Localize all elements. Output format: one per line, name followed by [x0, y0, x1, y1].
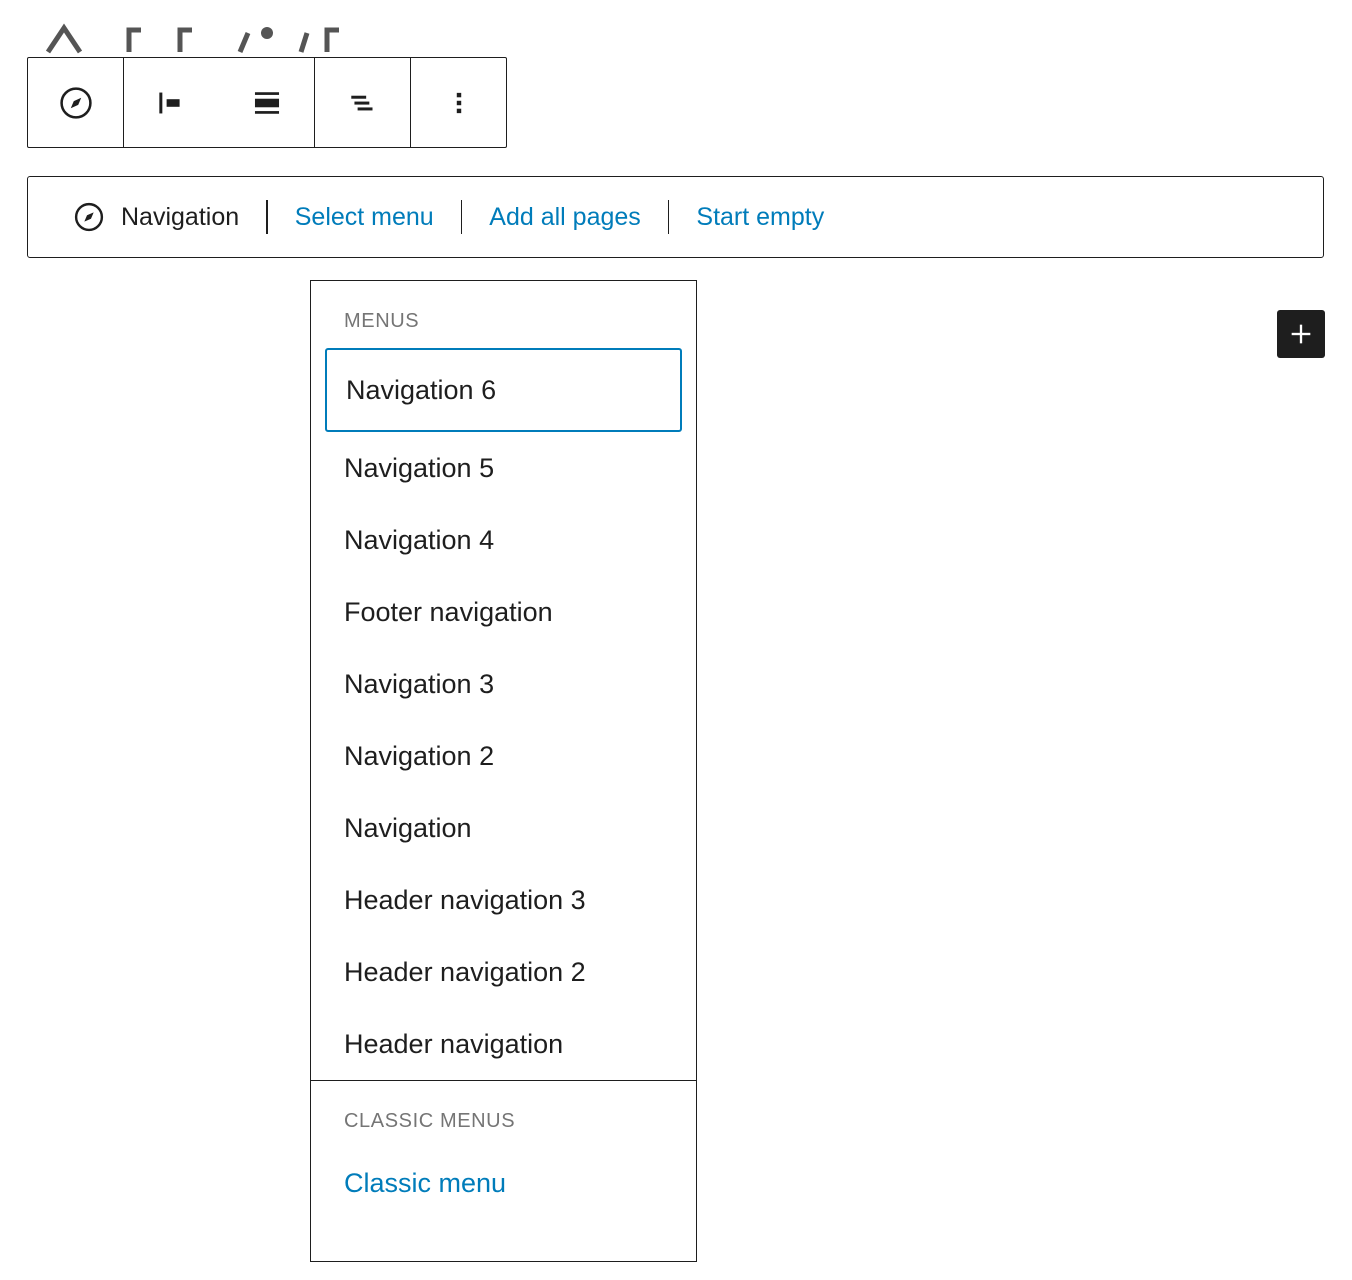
compass-icon	[57, 84, 95, 122]
add-all-pages-button[interactable]: Add all pages	[489, 205, 641, 230]
navigation-block-icon-button[interactable]	[28, 58, 123, 147]
classic-menu-option[interactable]: Classic menu	[311, 1147, 506, 1219]
more-options-button[interactable]	[411, 58, 506, 147]
start-empty-button[interactable]: Start empty	[696, 205, 824, 230]
align-full-icon	[248, 84, 286, 122]
classic-menus-list: Classic menu	[311, 1147, 696, 1219]
align-full-button[interactable]	[219, 58, 314, 147]
menu-option[interactable]: Header navigation	[311, 1008, 696, 1080]
menu-option[interactable]: Navigation 3	[311, 648, 696, 720]
list-item: Navigation 5	[311, 432, 696, 504]
menus-section: MENUS Navigation 6Navigation 5Navigation…	[311, 281, 696, 1080]
list-item: Navigation 4	[311, 504, 696, 576]
toolbar-group-options	[411, 58, 506, 147]
list-item: Header navigation 2	[311, 936, 696, 1008]
justify-items-button[interactable]	[315, 58, 410, 147]
toolbar-group-block-type	[28, 58, 124, 147]
placeholder-divider	[461, 200, 463, 234]
select-menu-button[interactable]: Select menu	[295, 205, 434, 230]
placeholder-divider	[266, 200, 268, 234]
list-item: Header navigation 3	[311, 864, 696, 936]
cropped-text-strip	[0, 0, 1352, 58]
classic-menus-section-title: CLASSIC MENUS	[311, 1081, 696, 1131]
menu-option[interactable]: Header navigation 2	[311, 936, 696, 1008]
placeholder-divider	[668, 200, 670, 234]
list-item: Classic menu	[311, 1147, 696, 1219]
menus-section-title: MENUS	[311, 281, 696, 331]
vertical-dots-icon	[440, 84, 478, 122]
menu-option[interactable]: Header navigation 3	[311, 864, 696, 936]
list-item: Navigation 6	[311, 348, 696, 432]
menu-option[interactable]: Footer navigation	[311, 576, 696, 648]
menu-selection-dropdown: MENUS Navigation 6Navigation 5Navigation…	[310, 280, 697, 1262]
align-left-icon	[153, 84, 191, 122]
list-item: Navigation 3	[311, 648, 696, 720]
placeholder-title: Navigation	[121, 205, 239, 230]
justify-icon	[344, 84, 382, 122]
toolbar-group-alignment	[124, 58, 315, 147]
block-toolbar	[27, 57, 507, 148]
align-left-button[interactable]	[124, 58, 219, 147]
compass-icon	[72, 200, 106, 234]
menu-option[interactable]: Navigation 5	[311, 432, 696, 504]
plus-icon	[1287, 320, 1315, 348]
toolbar-group-text-alignment	[315, 58, 411, 147]
add-block-button[interactable]	[1277, 310, 1325, 358]
menu-option[interactable]: Navigation	[311, 792, 696, 864]
menu-option[interactable]: Navigation 6	[325, 348, 682, 432]
menus-list: Navigation 6Navigation 5Navigation 4Foot…	[311, 348, 696, 1080]
list-item: Footer navigation	[311, 576, 696, 648]
list-item: Navigation	[311, 792, 696, 864]
classic-menus-section: CLASSIC MENUS Classic menu	[311, 1080, 696, 1219]
list-item: Navigation 2	[311, 720, 696, 792]
menu-option[interactable]: Navigation 2	[311, 720, 696, 792]
menu-option[interactable]: Navigation 4	[311, 504, 696, 576]
list-item: Header navigation	[311, 1008, 696, 1080]
navigation-placeholder: Navigation Select menu Add all pages Sta…	[27, 176, 1324, 258]
